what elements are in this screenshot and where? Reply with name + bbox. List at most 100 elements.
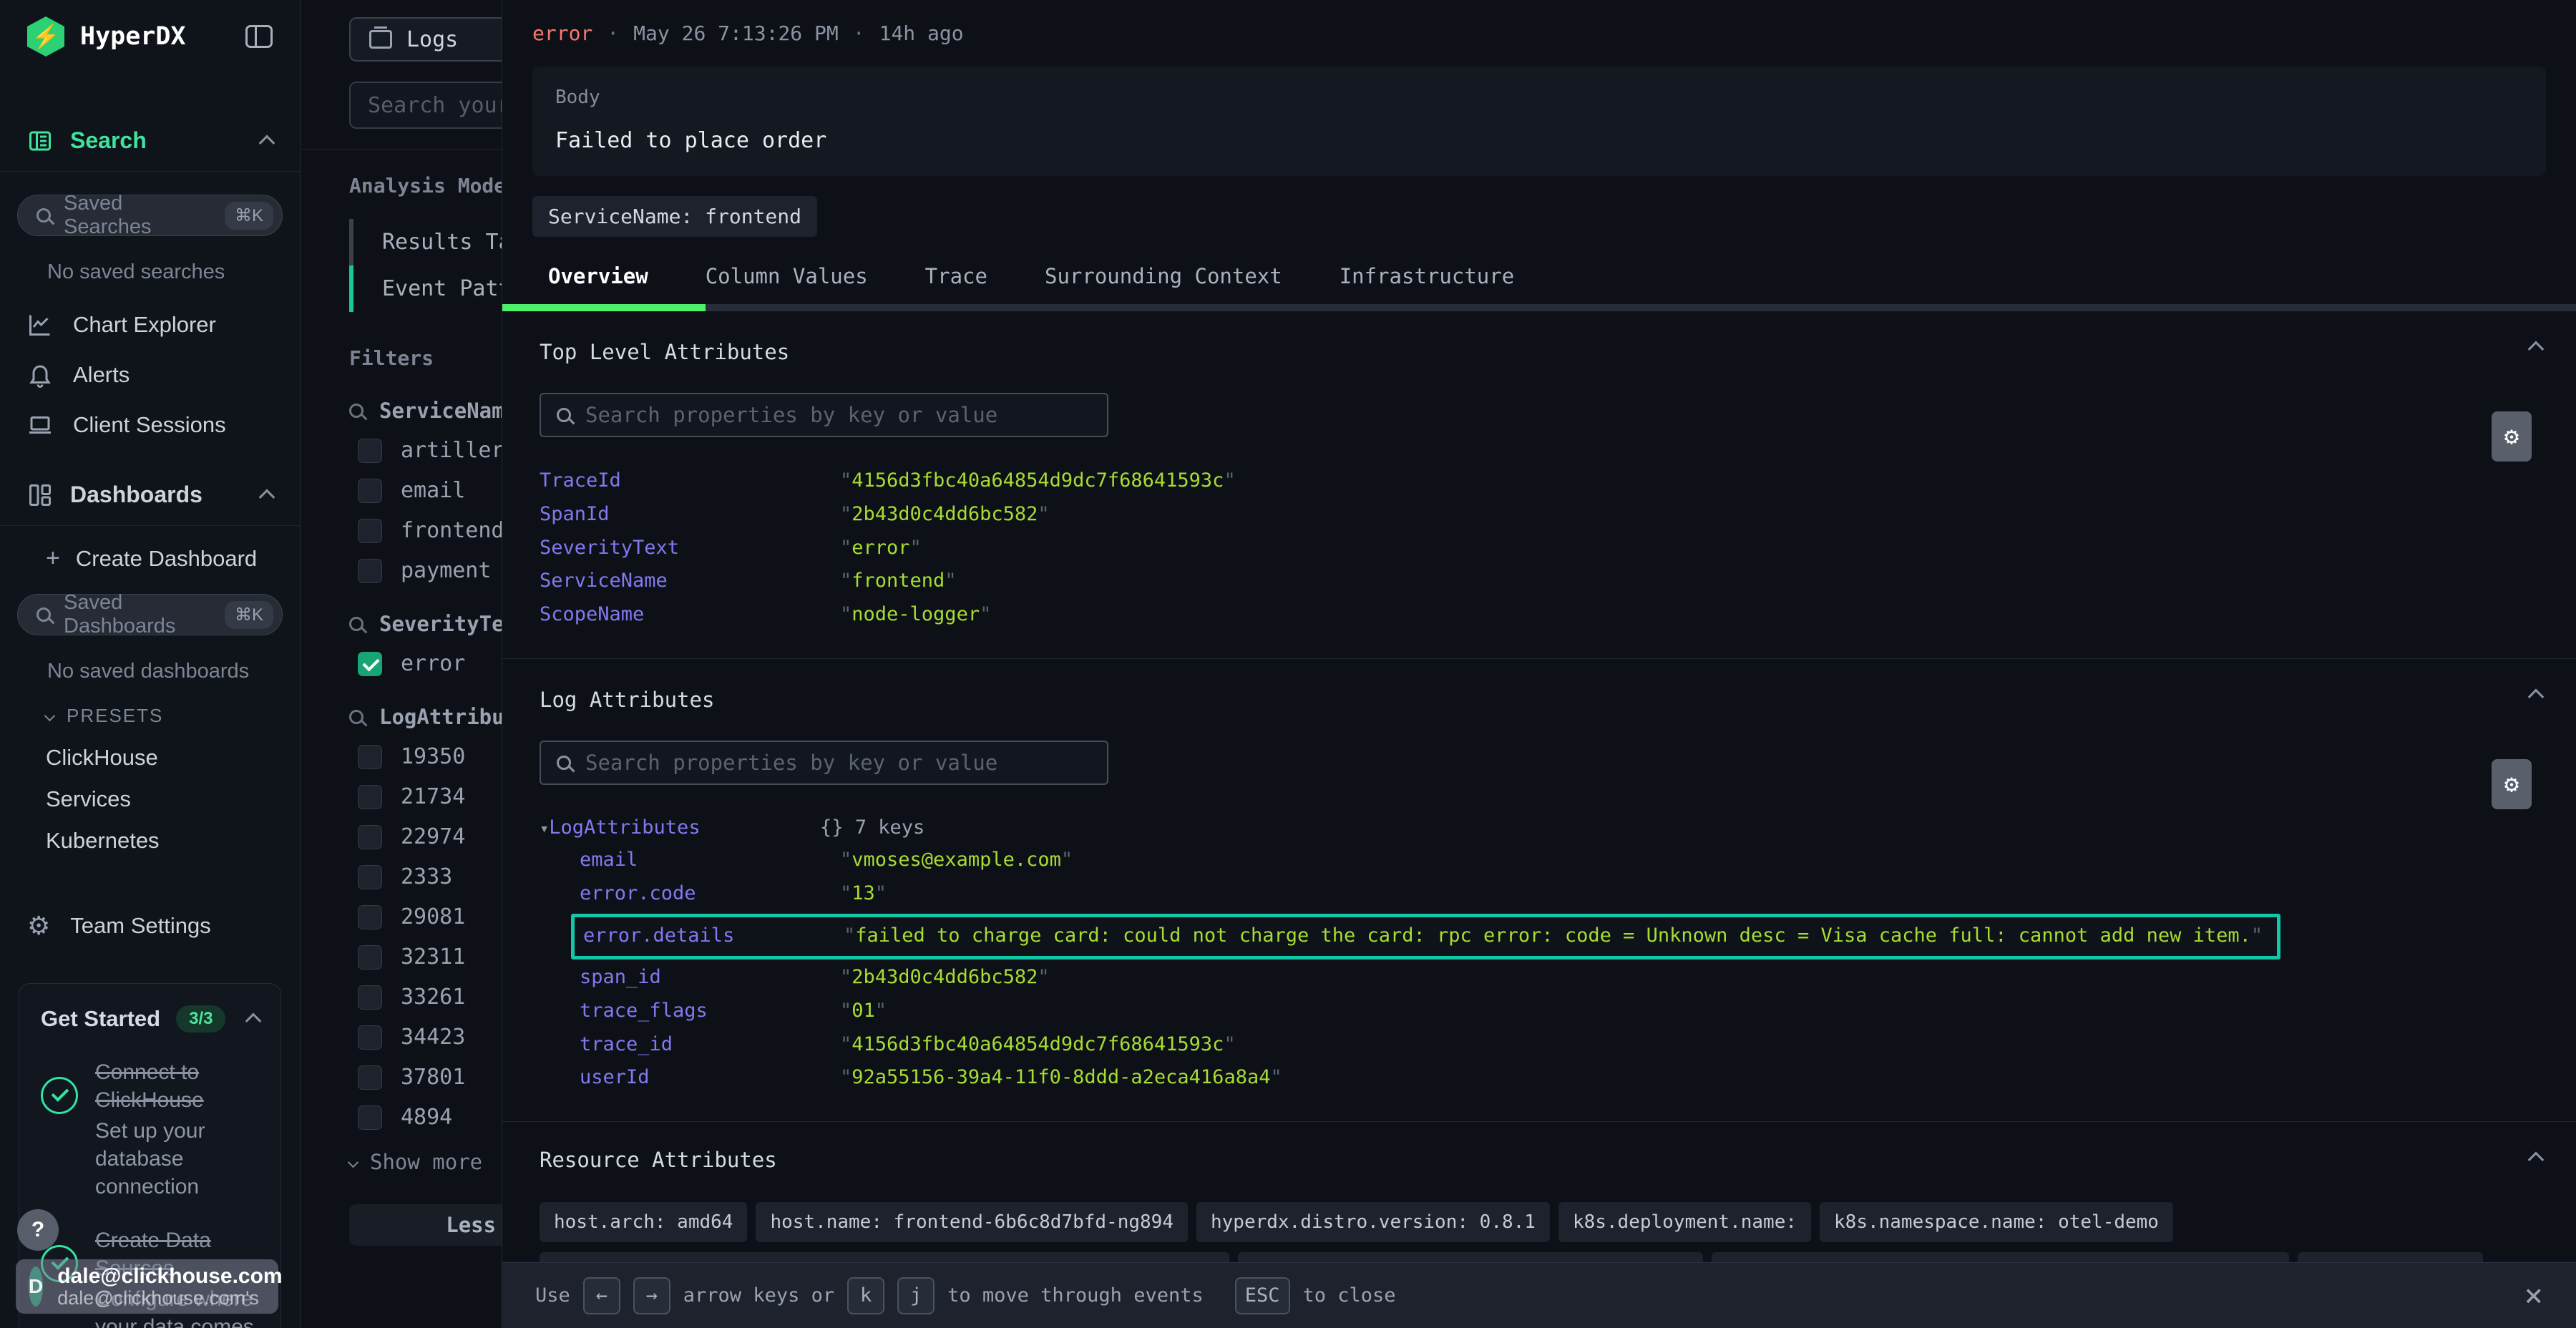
tab-surrounding-context[interactable]: Surrounding Context	[1045, 264, 1282, 288]
preset-services[interactable]: Services	[46, 778, 300, 820]
checkbox[interactable]	[358, 945, 382, 970]
filter-group-header[interactable]: LogAttributes	[349, 705, 502, 729]
expander-icon[interactable]	[540, 816, 549, 839]
attribute-value[interactable]: 2b43d0c4dd6bc582	[840, 965, 1050, 990]
checkbox[interactable]	[358, 479, 382, 503]
get-started-step[interactable]: Connect to ClickHouse Set up your databa…	[41, 1058, 259, 1201]
filter-option[interactable]: email	[349, 478, 502, 503]
filter-option[interactable]: frontend	[349, 518, 502, 543]
saved-dashboards-input[interactable]: Saved Dashboards ⌘K	[17, 594, 283, 635]
filter-group-header[interactable]: SeverityText	[349, 612, 502, 636]
attribute-value[interactable]: frontend	[840, 569, 957, 593]
root-attribute-key[interactable]: LogAttributes	[540, 816, 820, 839]
tab-column-values[interactable]: Column Values	[706, 264, 868, 288]
close-icon[interactable]	[2524, 1280, 2544, 1312]
filter-group-header[interactable]: ServiceName	[349, 399, 502, 423]
filter-option[interactable]: 19350	[349, 744, 502, 769]
attribute-key[interactable]: trace_id	[580, 1032, 840, 1057]
attribute-key[interactable]: SpanId	[540, 502, 840, 527]
mode-event-patterns[interactable]: Event Patterns	[349, 265, 502, 312]
sidebar-item-chart-explorer[interactable]: Chart Explorer	[0, 300, 300, 350]
attributes-settings-button[interactable]	[2492, 411, 2532, 462]
tab-trace[interactable]: Trace	[925, 264, 987, 288]
checkbox[interactable]	[358, 785, 382, 809]
preset-kubernetes[interactable]: Kubernetes	[46, 820, 300, 861]
attributes-settings-button[interactable]	[2492, 759, 2532, 809]
resource-tag[interactable]: os.type: linux	[2298, 1252, 2483, 1262]
user-menu[interactable]: D dale@clickhouse.com dale@clickhouse.co…	[16, 1259, 278, 1314]
property-search-input[interactable]: Search properties by key or value	[540, 393, 1108, 437]
checkbox[interactable]	[358, 1065, 382, 1090]
preset-clickhouse[interactable]: ClickHouse	[46, 737, 300, 778]
attribute-value[interactable]: 4156d3fbc40a64854d9dc7f68641593c	[840, 469, 1236, 493]
attribute-value[interactable]: 92a55156-39a4-11f0-8ddd-a2eca416a8a4	[840, 1065, 1282, 1090]
less-filters-button[interactable]: Less filters	[349, 1204, 502, 1246]
resource-tag[interactable]: k8s.deployment.name:	[1558, 1202, 1811, 1242]
filter-option[interactable]: 2333	[349, 864, 502, 889]
attribute-value[interactable]: failed to charge card: could not charge …	[844, 924, 2263, 948]
checkbox[interactable]	[358, 1105, 382, 1130]
filter-option[interactable]: 21734	[349, 784, 502, 809]
show-more-button[interactable]: Show more	[349, 1150, 502, 1174]
sidebar-collapse-icon[interactable]	[245, 25, 273, 48]
attribute-key[interactable]: ScopeName	[540, 602, 840, 627]
checkbox[interactable]	[358, 1025, 382, 1050]
attribute-key[interactable]: error.details	[583, 924, 844, 948]
chevron-up-icon[interactable]	[259, 489, 275, 505]
property-search-input[interactable]: Search properties by key or value	[540, 741, 1108, 785]
sidebar-item-client-sessions[interactable]: Client Sessions	[0, 400, 300, 450]
filter-option[interactable]: 29081	[349, 904, 502, 929]
source-selector-button[interactable]: Logs	[349, 17, 502, 62]
attribute-value[interactable]: 01	[840, 999, 887, 1023]
attribute-key[interactable]: error.code	[580, 882, 840, 906]
attribute-value[interactable]: node-logger	[840, 602, 991, 627]
event-search-input[interactable]: Search your ev	[349, 82, 502, 129]
filter-option[interactable]: 32311	[349, 944, 502, 970]
checkbox[interactable]	[358, 905, 382, 929]
checkbox[interactable]	[358, 559, 382, 583]
sidebar-item-team-settings[interactable]: Team Settings	[0, 899, 300, 953]
checkbox-checked[interactable]	[358, 652, 382, 676]
resource-tag[interactable]: k8s.namespace.name: otel-demo	[1820, 1202, 2173, 1242]
filter-option[interactable]: payment	[349, 558, 502, 583]
checkbox[interactable]	[358, 865, 382, 889]
attribute-key[interactable]: userId	[580, 1065, 840, 1090]
resource-tag[interactable]: host.arch: amd64	[540, 1202, 747, 1242]
attribute-key[interactable]: ServiceName	[540, 569, 840, 593]
attribute-value[interactable]: error	[840, 536, 922, 560]
filter-option[interactable]: artillery-loa	[349, 438, 502, 463]
attribute-key[interactable]: TraceId	[540, 469, 840, 493]
filter-option[interactable]: error	[349, 651, 502, 676]
attribute-key[interactable]: trace_flags	[580, 999, 840, 1023]
attribute-value[interactable]: 2b43d0c4dd6bc582	[840, 502, 1050, 527]
sidebar-section-search[interactable]: Search	[0, 110, 300, 172]
filter-option[interactable]: 22974	[349, 824, 502, 849]
checkbox[interactable]	[358, 439, 382, 463]
saved-searches-input[interactable]: Saved Searches ⌘K	[17, 195, 283, 236]
filter-option[interactable]: 34423	[349, 1025, 502, 1050]
checkbox[interactable]	[358, 825, 382, 849]
checkbox[interactable]	[358, 519, 382, 543]
attribute-value[interactable]: 13	[840, 882, 887, 906]
detail-scroll-area[interactable]: Top Level Attributes Search properties b…	[502, 311, 2576, 1262]
filter-option[interactable]: 33261	[349, 985, 502, 1010]
presets-toggle[interactable]: PRESETS	[46, 705, 300, 727]
filter-option[interactable]: 37801	[349, 1065, 502, 1090]
get-started-header[interactable]: Get Started 3/3	[41, 1005, 259, 1032]
mode-results-table[interactable]: Results Table	[349, 219, 502, 265]
tab-overview[interactable]: Overview	[548, 264, 648, 288]
resource-tag[interactable]: k8s.pod.name: frontend-6b6c8d7bfd-ng894	[1238, 1252, 1703, 1262]
attribute-key[interactable]: email	[580, 848, 840, 872]
create-dashboard-button[interactable]: Create Dashboard	[46, 545, 300, 572]
sidebar-section-dashboards[interactable]: Dashboards	[0, 464, 300, 526]
resource-tag[interactable]: k8s.node.name: gke-pme-k8s-standard-main…	[540, 1252, 1229, 1262]
sidebar-item-alerts[interactable]: Alerts	[0, 350, 300, 400]
chevron-up-icon[interactable]	[245, 1013, 262, 1030]
chevron-up-icon[interactable]	[259, 135, 275, 151]
attribute-value[interactable]: vmoses@example.com	[840, 848, 1073, 872]
attribute-tree-root[interactable]: LogAttributes 7 keys	[540, 816, 2539, 839]
attribute-value[interactable]: 4156d3fbc40a64854d9dc7f68641593c	[840, 1032, 1236, 1057]
resource-tag[interactable]: host.name: frontend-6b6c8d7bfd-ng894	[756, 1202, 1188, 1242]
help-button[interactable]: ?	[17, 1209, 59, 1251]
checkbox[interactable]	[358, 985, 382, 1010]
